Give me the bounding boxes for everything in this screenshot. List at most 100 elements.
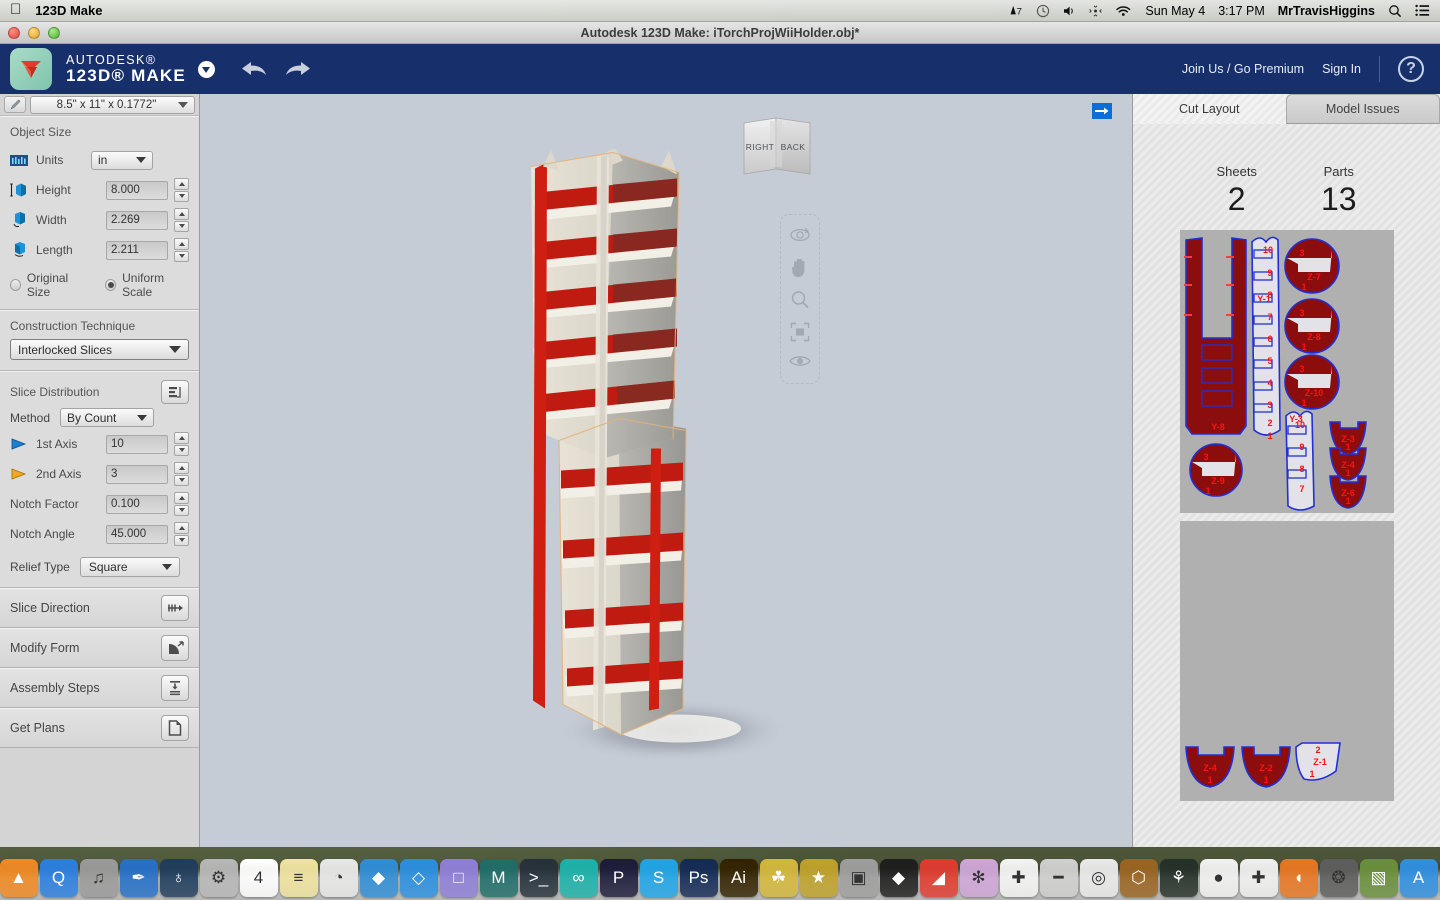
- firefox-icon[interactable]: ◖: [1279, 859, 1318, 897]
- sheet-thumbnail-1[interactable]: 10 9 8 765 4321 Y-1 3 Z-7 1 3 Z-8 1 3 Z-10 1 3 Z-…: [1179, 230, 1394, 513]
- sidebar-item-modify-form[interactable]: Modify Form: [0, 628, 199, 668]
- app-blue-bird-icon[interactable]: ✒: [119, 859, 158, 897]
- notification-center-icon[interactable]: [1415, 4, 1430, 17]
- slice-direction-icon[interactable]: [161, 595, 189, 621]
- sidebar-item-assembly-steps[interactable]: Assembly Steps: [0, 668, 199, 708]
- axis2-stepper[interactable]: [174, 462, 189, 486]
- svg-text:Z-9: Z-9: [1211, 476, 1225, 486]
- system-preferences-icon[interactable]: ⚙: [199, 859, 238, 897]
- 3d-model-preview[interactable]: [501, 148, 831, 793]
- libreoffice-icon[interactable]: ◆: [359, 859, 398, 897]
- chrome-icon[interactable]: ●: [1199, 859, 1238, 897]
- unity-icon[interactable]: ◆: [879, 859, 918, 897]
- autodesk-123d-logo-icon[interactable]: [10, 48, 52, 90]
- app-store-icon[interactable]: A: [1399, 859, 1438, 897]
- remote-icon[interactable]: □: [439, 859, 478, 897]
- pencil-icon[interactable]: [4, 96, 26, 113]
- dropbox-icon[interactable]: ◇: [399, 859, 438, 897]
- search-icon[interactable]: [1388, 4, 1402, 18]
- tab-cut-layout[interactable]: Cut Layout: [1133, 94, 1286, 124]
- steam-icon[interactable]: ❂: [1319, 859, 1358, 897]
- sculptris-icon[interactable]: ⬡: [1119, 859, 1158, 897]
- bluetooth-signal-icon[interactable]: 7: [1010, 4, 1023, 17]
- svg-text:3: 3: [1203, 452, 1208, 462]
- 3d-viewport[interactable]: RIGHT BACK: [200, 94, 1132, 847]
- kaleidoscope-icon[interactable]: ✻: [959, 859, 998, 897]
- expand-arrow-icon[interactable]: [1092, 103, 1112, 119]
- chrome-canary-icon[interactable]: ◎: [1079, 859, 1118, 897]
- blank-app-icon[interactable]: ✚: [1239, 859, 1278, 897]
- length-stepper[interactable]: [174, 238, 189, 262]
- wifi-icon[interactable]: [1115, 4, 1132, 17]
- arduino-icon[interactable]: ∞: [559, 859, 598, 897]
- sketchup-icon[interactable]: ◢: [919, 859, 958, 897]
- people-globe-icon[interactable]: ♁: [159, 859, 198, 897]
- notch-angle-stepper[interactable]: [174, 522, 189, 546]
- undo-arrow-icon[interactable]: [240, 59, 268, 79]
- notch-factor-input[interactable]: 0.100: [106, 494, 168, 514]
- length-input[interactable]: 2.211: [106, 240, 168, 260]
- chevron-down-icon: [178, 101, 188, 108]
- skype-icon[interactable]: S: [639, 859, 678, 897]
- volume-icon[interactable]: [1063, 5, 1076, 17]
- material-size-dropdown[interactable]: 8.5" x 11" x 0.1772": [30, 95, 195, 114]
- axis1-stepper[interactable]: [174, 432, 189, 456]
- premiere-icon[interactable]: P: [599, 859, 638, 897]
- width-stepper[interactable]: [174, 208, 189, 232]
- chevron-down-circle-icon[interactable]: [197, 60, 215, 78]
- sign-in-link[interactable]: Sign In: [1322, 62, 1361, 76]
- airplay-icon[interactable]: [1089, 4, 1103, 17]
- get-plans-icon[interactable]: [161, 715, 189, 741]
- method-dropdown[interactable]: By Count: [60, 408, 155, 427]
- list-options-icon[interactable]: [161, 380, 189, 404]
- iphoto-icon[interactable]: ▣: [839, 859, 878, 897]
- width-input[interactable]: 2.269: [106, 210, 168, 230]
- stickies-icon[interactable]: ≡: [279, 859, 318, 897]
- calendar-icon[interactable]: 4: [239, 859, 278, 897]
- menubar-username[interactable]: MrTravisHiggins: [1278, 4, 1375, 18]
- notch-angle-input[interactable]: 45.000: [106, 524, 168, 544]
- zbrush-icon[interactable]: ⚘: [1159, 859, 1198, 897]
- sidebar-item-slice-direction[interactable]: Slice Direction: [0, 588, 199, 628]
- airport-utility-icon[interactable]: ◔: [319, 859, 358, 897]
- menubar-date[interactable]: Sun May 4: [1145, 4, 1205, 18]
- sheet-thumbnail-2[interactable]: Z-4 1 Z-2 1 2 Z-1 1: [1179, 521, 1394, 801]
- original-size-radio[interactable]: [10, 279, 21, 291]
- construction-technique-dropdown[interactable]: Interlocked Slices: [10, 339, 189, 360]
- units-dropdown[interactable]: in: [91, 150, 153, 170]
- height-stepper[interactable]: [174, 178, 189, 202]
- active-app-name[interactable]: 123D Make: [35, 3, 102, 18]
- modify-form-icon[interactable]: [161, 635, 189, 661]
- quicktime-icon[interactable]: Q: [39, 859, 78, 897]
- join-us-link[interactable]: Join Us / Go Premium: [1182, 62, 1304, 76]
- height-input[interactable]: 8.000: [106, 180, 168, 200]
- apple-menu-icon[interactable]: : [10, 2, 21, 17]
- relief-type-dropdown[interactable]: Square: [79, 557, 180, 577]
- axis1-input[interactable]: 10: [106, 434, 168, 454]
- assembly-steps-icon[interactable]: [161, 675, 189, 701]
- itunes-icon[interactable]: ♫: [79, 859, 118, 897]
- menubar-time[interactable]: 3:17 PM: [1218, 4, 1265, 18]
- time-machine-icon[interactable]: [1036, 4, 1050, 18]
- pineapple-icon[interactable]: ☘: [759, 859, 798, 897]
- minecraft-icon[interactable]: ▧: [1359, 859, 1398, 897]
- add-app-icon[interactable]: ✚: [999, 859, 1038, 897]
- uniform-scale-radio[interactable]: [105, 279, 117, 291]
- illustrator-icon[interactable]: Ai: [719, 859, 758, 897]
- vlc-icon[interactable]: ▲: [0, 859, 38, 897]
- sidebar-item-get-plans[interactable]: Get Plans: [0, 708, 199, 748]
- axis2-input[interactable]: 3: [106, 464, 168, 484]
- help-icon[interactable]: ?: [1398, 56, 1424, 82]
- right-cut-layout-panel: Cut Layout Model Issues Sheets 2 Parts 1…: [1132, 94, 1440, 847]
- photoshop-icon[interactable]: Ps: [679, 859, 718, 897]
- mac-dock[interactable]: ☺▦✈⦿▲Q♫✒♁⚙4≡◔◆◇□M>_∞PSPsAi☘★▣◆◢✻✚━◎⬡⚘●✚◖…: [0, 847, 1440, 900]
- imovie-icon[interactable]: ★: [799, 859, 838, 897]
- notch-factor-stepper[interactable]: [174, 492, 189, 516]
- aluminum-app-icon[interactable]: ━: [1039, 859, 1078, 897]
- terminal-icon[interactable]: >_: [519, 859, 558, 897]
- redo-arrow-icon[interactable]: [284, 59, 312, 79]
- tab-model-issues[interactable]: Model Issues: [1285, 94, 1440, 124]
- window-titlebar[interactable]: Autodesk 123D Make: iTorchProjWiiHolder.…: [0, 22, 1440, 44]
- undo-redo-group[interactable]: [240, 59, 312, 79]
- maya-icon[interactable]: M: [479, 859, 518, 897]
